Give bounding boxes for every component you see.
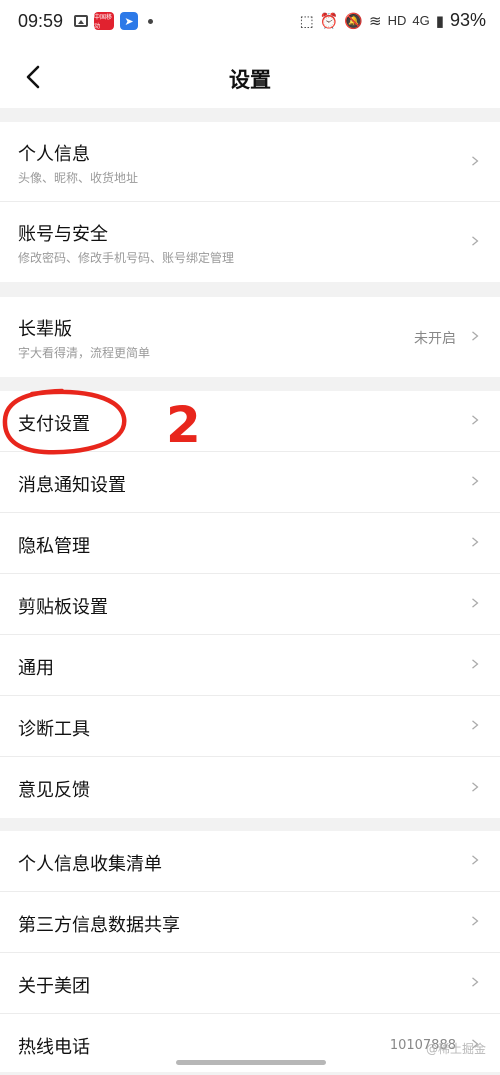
settings-row-privacy[interactable]: 隐私管理	[0, 513, 500, 574]
settings-row-personal-info[interactable]: 个人信息 头像、昵称、收货地址	[0, 122, 500, 202]
chevron-right-icon	[472, 331, 479, 341]
elder-mode-status: 未开启	[414, 331, 456, 347]
row-subtitle: 头像、昵称、收货地址	[18, 171, 139, 185]
mute-icon: 🔕	[344, 12, 363, 30]
chevron-right-icon	[472, 659, 479, 669]
signal-label: 4G	[412, 13, 430, 28]
signal-bars-icon: ▮	[435, 12, 444, 30]
row-title: 消息通知设置	[18, 475, 126, 496]
settings-row-data-collection-list[interactable]: 个人信息收集清单	[0, 831, 500, 892]
page-title: 设置	[229, 68, 271, 92]
row-title: 通用	[18, 658, 54, 679]
battery-percentage: 93%	[449, 10, 486, 30]
row-title: 剪贴板设置	[18, 597, 108, 618]
chevron-right-icon	[472, 855, 479, 865]
alarm-icon: ⏰	[319, 12, 339, 30]
row-title: 个人信息收集清单	[18, 854, 162, 875]
carrier-app-icon: 中国移动	[94, 12, 114, 30]
row-subtitle: 修改密码、修改手机号码、账号绑定管理	[18, 251, 235, 265]
more-notifications-dot-icon	[148, 18, 153, 24]
watermark: @稀土掘金	[425, 1042, 486, 1056]
chevron-right-icon	[472, 236, 479, 246]
settings-row-clipboard[interactable]: 剪贴板设置	[0, 574, 500, 635]
chevron-right-icon	[472, 155, 479, 166]
row-title: 个人信息	[18, 144, 90, 165]
status-right-icons: ⬚ ⏰ 🔕 ≋ HD 4G ▮ 93%	[299, 10, 486, 31]
settings-group-about: 个人信息收集清单 第三方信息数据共享 关于美团 热线电话	[0, 831, 500, 1072]
chevron-right-icon	[472, 977, 479, 987]
row-title: 热线电话	[18, 1037, 90, 1058]
row-title: 诊断工具	[18, 719, 90, 740]
navigation-bar: 设置	[0, 44, 500, 108]
chevron-right-icon	[472, 537, 479, 547]
settings-row-diagnostics[interactable]: 诊断工具	[0, 696, 500, 757]
row-subtitle: 字大看得清，流程更简单	[18, 346, 151, 360]
screenshot-icon: ⬚	[299, 12, 314, 30]
wifi-icon: ≋	[369, 12, 382, 30]
settings-group-general: 支付设置 消息通知设置 隐私管理 剪贴板设置 通用 诊断工具 意见反馈	[0, 391, 500, 818]
messenger-notification-icon: ➤	[120, 12, 138, 30]
row-title: 关于美团	[18, 976, 90, 997]
status-bar: 09:59 中国移动 ➤ ⬚ ⏰ 🔕 ≋ HD 4G ▮ 93%	[0, 0, 500, 44]
settings-row-general[interactable]: 通用	[0, 635, 500, 696]
settings-group-elder-mode: 长辈版 字大看得清，流程更简单 未开启	[0, 297, 500, 377]
settings-row-account-security[interactable]: 账号与安全 修改密码、修改手机号码、账号绑定管理	[0, 202, 500, 282]
row-title: 账号与安全	[18, 224, 108, 245]
gallery-notification-icon	[74, 15, 88, 27]
network-hd-label: HD	[387, 13, 407, 28]
home-indicator[interactable]	[176, 1060, 326, 1065]
settings-row-third-party-sharing[interactable]: 第三方信息数据共享	[0, 892, 500, 953]
status-time: 09:59	[18, 11, 64, 31]
settings-group-account: 个人信息 头像、昵称、收货地址 账号与安全 修改密码、修改手机号码、账号绑定管理	[0, 122, 500, 282]
chevron-right-icon	[472, 720, 479, 730]
status-left-icons: 中国移动 ➤	[74, 12, 153, 30]
row-title: 长辈版	[18, 319, 72, 340]
settings-row-elder-mode[interactable]: 长辈版 字大看得清，流程更简单 未开启	[0, 297, 500, 377]
row-title: 第三方信息数据共享	[18, 915, 180, 936]
chevron-right-icon	[472, 415, 479, 425]
row-title: 隐私管理	[18, 536, 90, 557]
settings-row-about[interactable]: 关于美团	[0, 953, 500, 1014]
settings-row-notifications[interactable]: 消息通知设置	[0, 452, 500, 513]
settings-row-feedback[interactable]: 意见反馈	[0, 757, 500, 818]
row-title: 意见反馈	[18, 780, 90, 801]
chevron-right-icon	[472, 916, 479, 926]
chevron-right-icon	[472, 781, 479, 792]
chevron-right-icon	[472, 476, 479, 486]
settings-row-payment[interactable]: 支付设置	[0, 391, 500, 452]
carrier-app-label: 中国移动	[94, 15, 113, 30]
row-title: 支付设置	[18, 414, 90, 435]
chevron-right-icon	[472, 598, 479, 608]
